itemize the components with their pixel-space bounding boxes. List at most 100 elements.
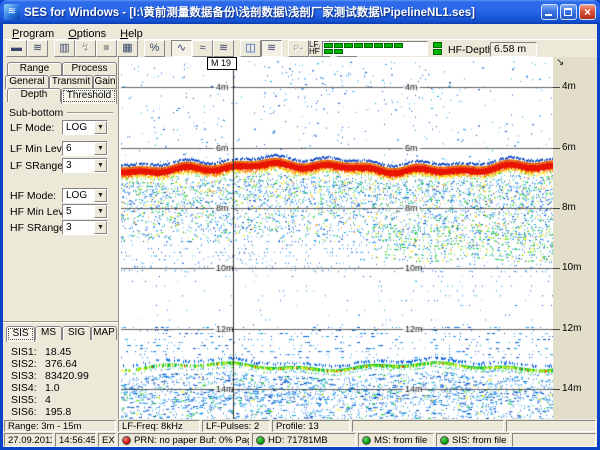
profile-add-icon: P+ [293, 43, 303, 54]
settings-panel: RangeProcess GeneralTransmitGain DepthThre… [3, 57, 118, 419]
profile-add-button: P+ [288, 40, 309, 57]
status-text: EXT [102, 435, 116, 446]
menu-bar: ProgramOptionsHelp [3, 24, 597, 40]
sis-row-label: SIS2: [11, 358, 37, 370]
depth-scale-margin: ↘ 4m6m8m10m12m14m [553, 57, 597, 419]
multi-trace-button[interactable]: ≋ [261, 40, 282, 57]
print-icon: ▦ [122, 43, 132, 54]
chevron-down-icon[interactable]: ▼ [94, 221, 107, 234]
status-cell: 27.09.2011 [4, 433, 53, 447]
chevron-down-icon[interactable]: ▼ [94, 142, 107, 155]
echogram-canvas[interactable] [121, 57, 553, 419]
status-cell: PRN: no paper Buf: 0% Page: 0 [118, 433, 250, 447]
sis-row-value: 83420.99 [45, 370, 89, 382]
combo-lf-mode[interactable]: LOG▼ [62, 120, 108, 135]
stop-icon: ■ [103, 43, 110, 54]
tab-ms[interactable]: MS [35, 326, 62, 340]
menu-help[interactable]: Help [113, 27, 150, 41]
status-text: 27.09.2011 [8, 435, 53, 446]
print-button[interactable]: ▦ [117, 40, 138, 57]
status-bar-2: 27.09.201114:56:45EXTPRN: no paper Buf: … [3, 433, 597, 447]
sis-row-value: 4 [45, 394, 51, 406]
tab-map[interactable]: MAP [91, 326, 117, 340]
red-led-icon [122, 436, 131, 445]
app-icon: ≋ [4, 4, 20, 20]
level-led [384, 43, 393, 48]
field-label: LF SRange: [10, 160, 66, 172]
level-led [324, 43, 333, 48]
depth-tick [553, 268, 560, 269]
maximize-button[interactable] [560, 4, 577, 20]
depth-tick-label: 10m [562, 262, 581, 273]
sis-row-label: SIS6: [11, 406, 37, 418]
chevron-down-icon[interactable]: ▼ [94, 121, 107, 134]
field-label: LF Mode: [10, 122, 54, 134]
tab-sig[interactable]: SIG [62, 326, 91, 340]
tab-gain[interactable]: Gain [93, 75, 117, 89]
tab-range[interactable]: Range [7, 62, 62, 76]
view-hf-button[interactable]: ≈ [192, 40, 213, 57]
chevron-down-icon[interactable]: ▼ [94, 189, 107, 202]
tab-transmit[interactable]: Transmit [49, 75, 93, 89]
trigger-icon: ↯ [81, 43, 90, 54]
combo-lf-srange[interactable]: 3▼ [62, 158, 108, 173]
chevron-down-icon[interactable]: ▼ [94, 159, 107, 172]
depth-tick [553, 208, 560, 209]
scale-percent-button[interactable]: % [144, 40, 165, 57]
menu-options[interactable]: Options [61, 27, 113, 41]
green-led-icon [362, 436, 371, 445]
level-led [374, 43, 383, 48]
minimize-button[interactable] [541, 4, 558, 20]
sound-button[interactable]: ≋ [213, 40, 234, 57]
display-left-edge [118, 57, 120, 419]
panel-divider [3, 321, 118, 323]
status-led-pair [433, 42, 442, 56]
menu-program[interactable]: Program [5, 27, 61, 41]
maximize-icon [564, 8, 572, 16]
chevron-down-icon[interactable]: ▼ [94, 205, 107, 218]
green-led-icon [440, 436, 449, 445]
status-cell-empty [352, 420, 504, 432]
open-file-button[interactable]: ▥ [54, 40, 75, 57]
view-lf-button[interactable]: ∿ [171, 40, 192, 57]
combo-hf-mode[interactable]: LOG▼ [62, 188, 108, 203]
depth-tick-label: 6m [562, 142, 576, 153]
depth-tick [553, 329, 560, 330]
combo-lf-min-level[interactable]: 6▼ [62, 141, 108, 156]
tab-sis[interactable]: SIS [6, 326, 35, 342]
hf-level-bar [324, 49, 426, 54]
tab-threshold[interactable]: Threshold [61, 88, 117, 104]
status-bar-1: Range: 3m - 15mLF-Freq: 8kHzLF-Pulses: 2… [3, 420, 597, 432]
survey-stop-button[interactable]: ▬ [6, 40, 27, 57]
tab-general[interactable]: General [5, 75, 49, 89]
status-cell-empty [506, 420, 596, 432]
scroll-direction-icon: ↘ [556, 57, 564, 68]
status-text: Range: 3m - 15m [8, 421, 81, 432]
level-led [354, 43, 363, 48]
lf-level-bar [324, 43, 426, 48]
depth-tick [553, 148, 560, 149]
echo-record-button[interactable]: ≋ [27, 40, 48, 57]
multi-trace-icon: ≋ [267, 43, 276, 54]
combo-hf-min-level[interactable]: 5▼ [62, 204, 108, 219]
tab-depth[interactable]: Depth [7, 88, 61, 102]
level-led [344, 43, 353, 48]
tab-process[interactable]: Process [62, 62, 117, 76]
sis-row-value: 1.0 [45, 382, 60, 394]
close-button[interactable]: × [579, 4, 596, 20]
client-area: ProgramOptionsHelp ▬≋▥↯■▦%∿≈≋◫≋P+M↓↖ LF … [3, 24, 597, 447]
level-led [334, 43, 343, 48]
status-text: SIS: from file [452, 435, 506, 446]
combo-value: 5 [66, 205, 72, 218]
trigger-button: ↯ [75, 40, 96, 57]
field-label: HF SRange: [10, 222, 68, 234]
depth-tick [553, 389, 560, 390]
field-label: HF Mode: [10, 190, 56, 202]
combo-hf-srange[interactable]: 3▼ [62, 220, 108, 235]
sis-row-value: 195.8 [45, 406, 71, 418]
split-view-button[interactable]: ◫ [240, 40, 261, 57]
status-text: Profile: 13 [276, 421, 319, 432]
status-text: LF-Pulses: 2 [206, 421, 259, 432]
window-title: SES for Windows - [I:\黄前测量数据备份\浅剖数据\浅剖厂家… [24, 4, 541, 20]
minimize-icon [545, 14, 552, 16]
